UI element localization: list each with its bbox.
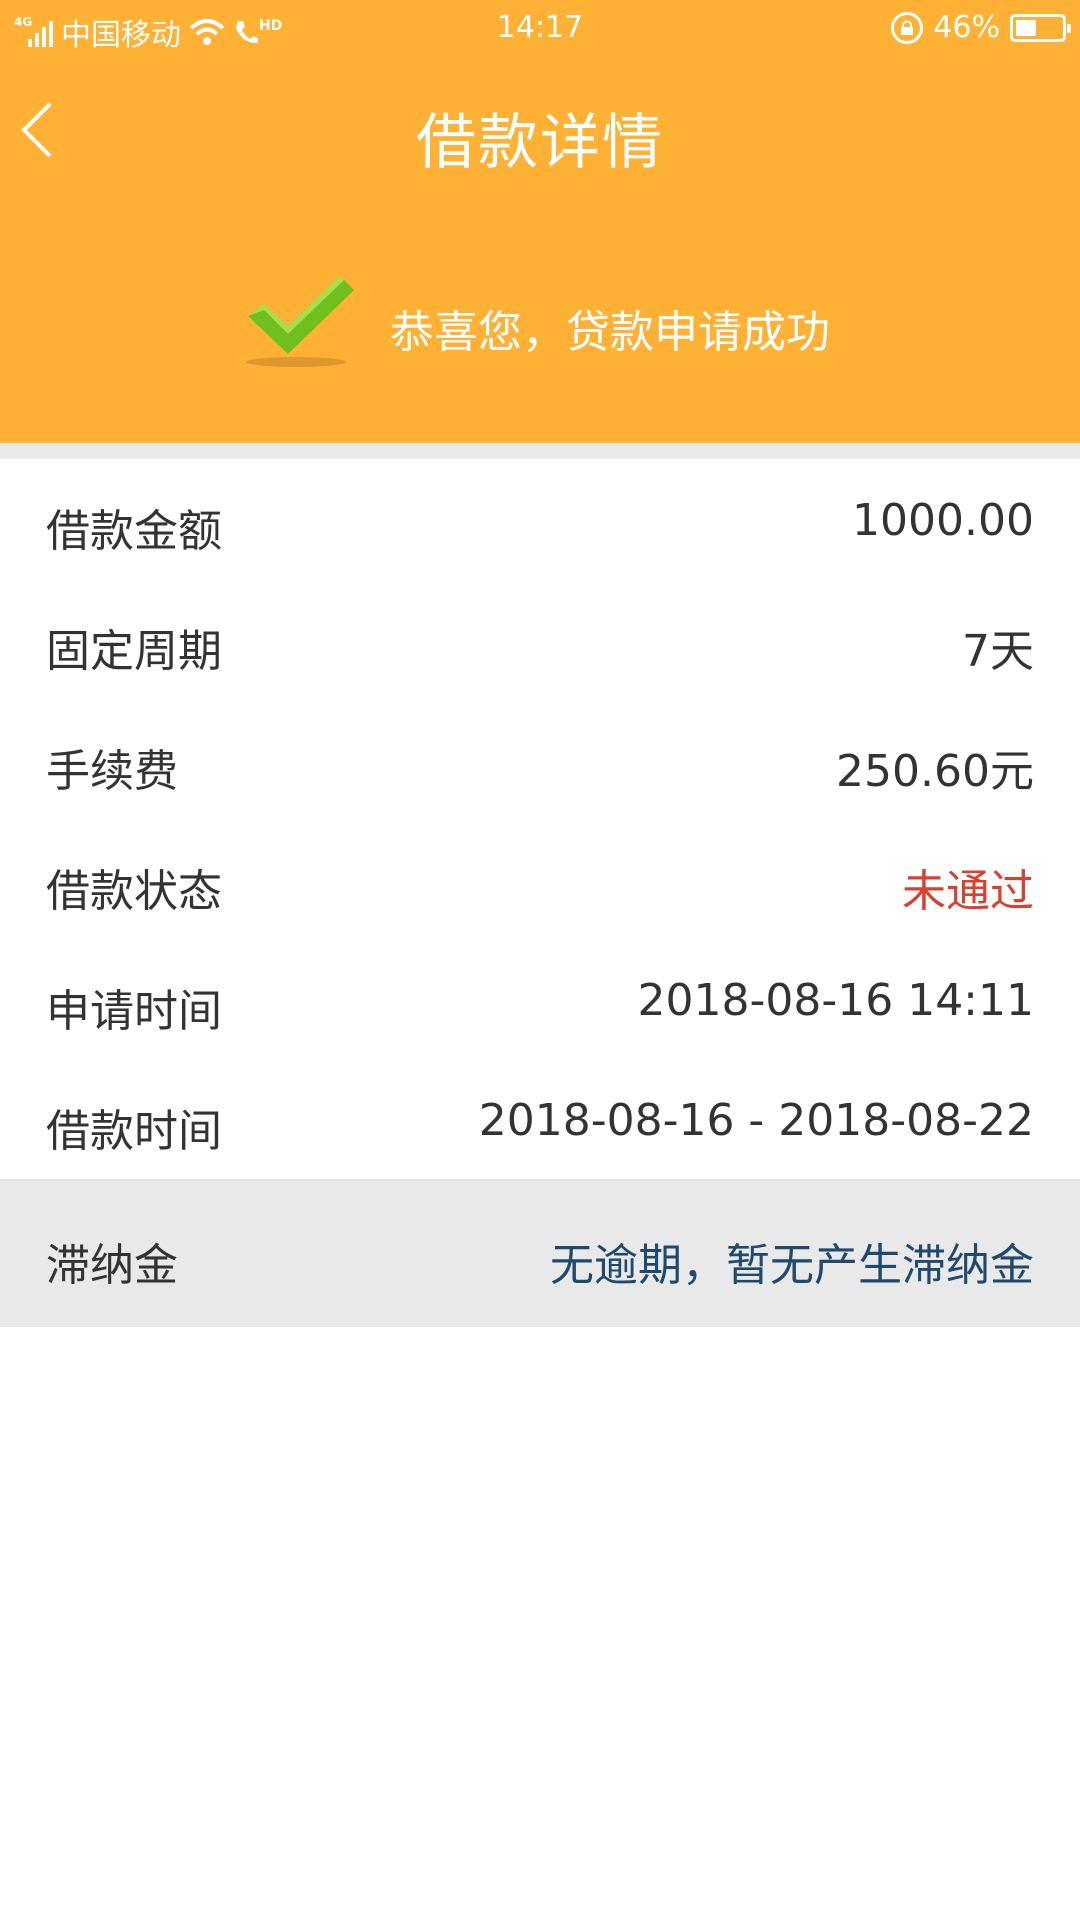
success-banner: 恭喜您，贷款申请成功 bbox=[0, 270, 1080, 380]
detail-row-late-fee: 滞纳金 无逾期，暂无产生滞纳金 bbox=[0, 1179, 1080, 1327]
period-value: 7天 bbox=[962, 626, 1034, 677]
detail-row-status: 借款状态 未通过 bbox=[0, 819, 1080, 939]
fee-label: 手续费 bbox=[46, 746, 178, 797]
loan-detail-list: 借款金额 1000.00 固定周期 7天 手续费 250.60元 借款状态 未通… bbox=[0, 459, 1080, 1327]
detail-row-period: 固定周期 7天 bbox=[0, 579, 1080, 699]
rotation-lock-icon bbox=[891, 11, 924, 44]
title-bar: 借款详情 bbox=[0, 72, 1080, 188]
section-divider bbox=[0, 443, 1080, 459]
header: 4G 中国移动 HD 14:17 46% 借款详情 恭喜您，贷款申请成功 bbox=[0, 0, 1080, 443]
detail-row-amount: 借款金额 1000.00 bbox=[0, 459, 1080, 579]
apply-time-value: 2018-08-16 14:11 bbox=[637, 975, 1035, 1026]
detail-row-apply-time: 申请时间 2018-08-16 14:11 bbox=[0, 939, 1080, 1059]
battery-fill bbox=[1016, 19, 1036, 36]
loan-time-value: 2018-08-16 - 2018-08-22 bbox=[478, 1095, 1034, 1146]
status-value: 未通过 bbox=[902, 866, 1034, 917]
detail-row-fee: 手续费 250.60元 bbox=[0, 699, 1080, 819]
page-title: 借款详情 bbox=[416, 108, 664, 178]
late-fee-value: 无逾期，暂无产生滞纳金 bbox=[550, 1240, 1034, 1291]
checkmark-icon bbox=[246, 276, 354, 367]
period-label: 固定周期 bbox=[46, 626, 222, 677]
late-fee-label: 滞纳金 bbox=[46, 1240, 178, 1291]
loan-time-label: 借款时间 bbox=[46, 1106, 222, 1157]
apply-time-label: 申请时间 bbox=[46, 986, 222, 1037]
amount-value: 1000.00 bbox=[852, 495, 1034, 546]
fee-value: 250.60元 bbox=[836, 746, 1034, 797]
detail-row-loan-time: 借款时间 2018-08-16 - 2018-08-22 bbox=[0, 1059, 1080, 1179]
battery-percent: 46% bbox=[933, 10, 1000, 45]
status-right: 46% bbox=[891, 10, 1071, 45]
status-bar: 4G 中国移动 HD 14:17 46% bbox=[0, 0, 1080, 56]
success-message: 恭喜您，贷款申请成功 bbox=[390, 307, 830, 358]
battery-icon bbox=[1010, 13, 1071, 42]
status-label: 借款状态 bbox=[46, 866, 222, 917]
amount-label: 借款金额 bbox=[46, 506, 222, 557]
